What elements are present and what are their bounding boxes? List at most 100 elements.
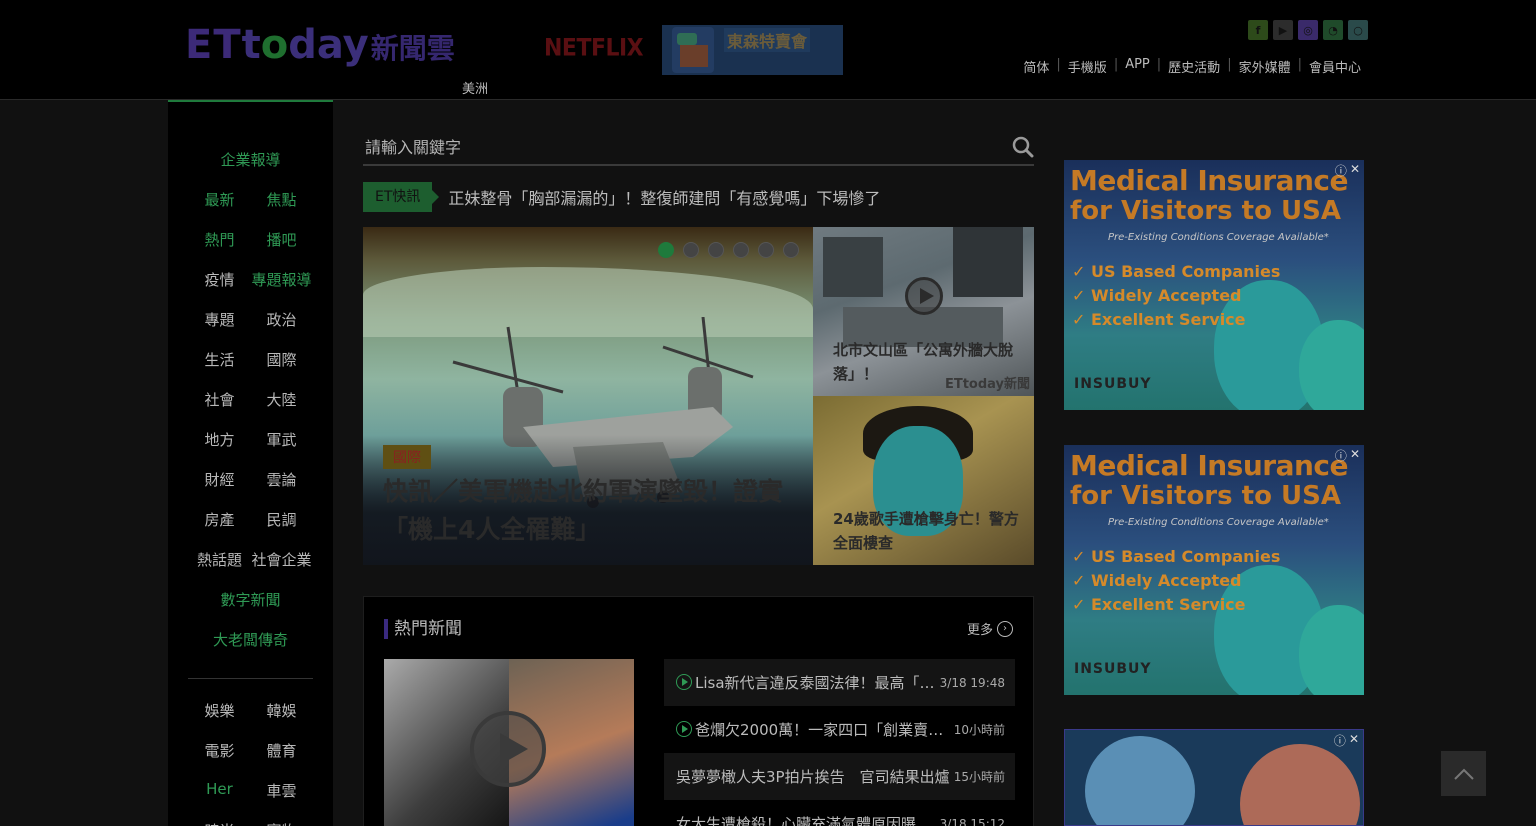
top-nav: 简体 | 手機版 | APP | 歷史活動 | 家外媒體 | 會員中心 [1016, 57, 1368, 76]
ad-info-icon[interactable]: ⓘ [1334, 732, 1346, 749]
sidebar-item-topics[interactable]: 專題 [189, 309, 251, 330]
ad-info-icon[interactable]: ⓘ [1335, 162, 1347, 179]
breaking-headline[interactable]: 正妹整骨「胸部漏漏的」！整復師建問「有感覺嗎」下場慘了 [448, 185, 880, 209]
search-input[interactable] [363, 130, 963, 164]
video-play-icon[interactable] [470, 711, 546, 787]
breaking-tag: ET快訊 [363, 182, 440, 212]
sidebar-item-movies[interactable]: 電影 [189, 740, 251, 761]
ad-bullets: ✓ US Based Companies ✓ Widely Accepted ✓… [1072, 262, 1281, 329]
list-item[interactable]: 爸爛欠2000萬！一家四口「創業賣炸雞」 10小時前 [664, 706, 1015, 753]
sidebar-item-property[interactable]: 房產 [189, 509, 251, 530]
more-link[interactable]: 更多 › [967, 619, 1013, 638]
insurance-ad-1[interactable]: Medical Insurance for Visitors to USA Pr… [1064, 160, 1364, 410]
sidebar-item-local[interactable]: 地方 [189, 429, 251, 450]
youtube-icon[interactable]: ▶ [1273, 20, 1293, 40]
sidebar-item-opinion[interactable]: 雲論 [251, 469, 313, 490]
hot-news-thumbnail[interactable] [384, 659, 634, 826]
carousel-dot-2[interactable] [683, 242, 699, 258]
chevron-right-icon: › [997, 620, 1013, 637]
hero-story[interactable]: 國際 快訊／美軍機赴北約軍演墜毀！證實「機上4人全罹難」 [363, 227, 813, 565]
insurance-ad-3[interactable]: ⓘ ✕ [1064, 729, 1364, 826]
carousel-dot-4[interactable] [733, 242, 749, 258]
ettoday-watermark: ETtoday新聞 [944, 377, 1030, 392]
nav-member-center[interactable]: 會員中心 [1302, 57, 1368, 76]
sidebar-item-focus[interactable]: 焦點 [251, 189, 313, 210]
nav-history-events[interactable]: 歷史活動 [1161, 57, 1227, 76]
sidebar-divider [188, 678, 313, 679]
sidebar-item-korean-ent[interactable]: 韓娛 [251, 700, 313, 721]
logo-cloud: 新聞雲 [370, 32, 455, 65]
chevron-up-icon [1453, 768, 1474, 780]
sidebar-item-hot[interactable]: 熱門 [189, 229, 251, 250]
sidebar-item-boss-legend[interactable]: 大老闆傳奇 [168, 629, 333, 650]
sidebar-item-sports[interactable]: 體育 [251, 740, 313, 761]
timestamp: 3/18 15:12 [939, 816, 1005, 826]
sidebar-item-military[interactable]: 軍武 [251, 429, 313, 450]
carousel-dot-1[interactable] [658, 242, 674, 258]
ad-subheadline: for Visitors to USA [1070, 196, 1341, 226]
timestamp: 15小時前 [953, 770, 1005, 784]
nav-simplified[interactable]: 简体 [1016, 57, 1056, 76]
ad-close-icon[interactable]: ✕ [1350, 162, 1360, 179]
list-item[interactable]: 吳夢夢橄人夫3P拍片挨告 官司結果出爐 15小時前 [664, 753, 1015, 800]
sidebar-item-trending[interactable]: 熱話題 [189, 549, 251, 570]
sidebar-item-digital-news[interactable]: 數字新聞 [168, 589, 333, 610]
side-story-2[interactable]: 24歲歌手遭槍擊身亡！警方全面樓查 [813, 396, 1034, 565]
ad-headline: Medical Insurance [1070, 164, 1349, 197]
instagram-icon[interactable]: ◎ [1298, 20, 1318, 40]
sidebar-item-polls[interactable]: 民調 [251, 509, 313, 530]
sidebar-item-cars[interactable]: 車雲 [251, 780, 313, 801]
site-header: ET today 新聞雲 美洲 NETFLIX 東森特賣會 f ▶ ◎ ◔ ○ … [0, 0, 1536, 100]
rss-icon[interactable]: ◔ [1323, 20, 1343, 40]
sidebar-item-international[interactable]: 國際 [251, 349, 313, 370]
sidebar-item-special-report[interactable]: 專題報導 [251, 269, 313, 290]
insurance-ad-2[interactable]: Medical Insurance for Visitors to USA Pr… [1064, 445, 1364, 695]
video-play-icon[interactable] [905, 277, 943, 315]
netflix-ad[interactable]: NETFLIX [544, 35, 644, 63]
sidebar-item-politics[interactable]: 政治 [251, 309, 313, 330]
ad-close-icon[interactable]: ✕ [1350, 447, 1360, 464]
sidebar-item-entertainment[interactable]: 娛樂 [189, 700, 251, 721]
ettoday-logo[interactable]: ET today 新聞雲 [185, 22, 455, 68]
hero-title[interactable]: 快訊／美軍機赴北約軍演墜毀！證實「機上4人全罹難」 [383, 473, 793, 549]
social-links: f ▶ ◎ ◔ ○ [1248, 20, 1368, 40]
side-story-1[interactable]: 北市文山區「公寓外牆大脫落」！ ETtoday新聞 [813, 227, 1034, 396]
carousel-dot-3[interactable] [708, 242, 724, 258]
logo-today: today [241, 22, 369, 68]
side-story-2-title[interactable]: 24歲歌手遭槍擊身亡！警方全面樓查 [833, 507, 1023, 555]
nav-app[interactable]: APP [1118, 57, 1157, 76]
nav-outdoor-media[interactable]: 家外媒體 [1232, 57, 1298, 76]
sidebar-item-finance[interactable]: 財經 [189, 469, 251, 490]
sidebar-item-society[interactable]: 社會 [189, 389, 251, 410]
ad-note: Pre-Existing Conditions Coverage Availab… [1108, 517, 1329, 528]
list-item[interactable]: 女大生遭槍殺！心臟充滿氣體原因曝 3/18 15:12 [664, 800, 1015, 826]
nav-mobile[interactable]: 手機版 [1061, 57, 1114, 76]
sidebar-item-latest[interactable]: 最新 [189, 189, 251, 210]
ad-info-icon[interactable]: ⓘ [1335, 447, 1347, 464]
sidebar-item-corporate[interactable]: 企業報導 [168, 149, 333, 170]
sidebar-item-social-enterprise[interactable]: 社會企業 [251, 549, 313, 570]
sidebar-item-life[interactable]: 生活 [189, 349, 251, 370]
sidebar-item-her[interactable]: Her [189, 780, 251, 801]
ad-close-icon[interactable]: ✕ [1349, 732, 1359, 749]
back-to-top-button[interactable] [1441, 751, 1486, 796]
search-icon[interactable] [1012, 136, 1034, 158]
sidebar-item-china[interactable]: 大陸 [251, 389, 313, 410]
sidebar-item-pandemic[interactable]: 疫情 [189, 269, 251, 290]
promo-banner[interactable]: 東森特賣會 [662, 25, 843, 75]
list-item[interactable]: Lisa新代言違反泰國法律！最高「罰30萬」 3/18 19:48 [664, 659, 1015, 706]
facebook-icon[interactable]: f [1248, 20, 1268, 40]
region-label[interactable]: 美洲 [462, 78, 488, 97]
ad-brand: INSUBUY [1074, 661, 1152, 677]
hero-category-badge[interactable]: 國際 [383, 445, 431, 469]
breaking-news: ET快訊 正妹整骨「胸部漏漏的」！整復師建問「有感覺嗎」下場慘了 [363, 182, 880, 212]
sidebar-item-fashion[interactable]: 時尚 [189, 820, 251, 826]
hot-news-heading: 熱門新聞 [384, 619, 462, 639]
sidebar-item-broadcast[interactable]: 播吧 [251, 229, 313, 250]
carousel-dot-6[interactable] [783, 242, 799, 258]
carousel-dot-5[interactable] [758, 242, 774, 258]
timestamp: 10小時前 [953, 723, 1005, 737]
sidebar-item-pets[interactable]: 寵物 [251, 820, 313, 826]
line-icon[interactable]: ○ [1348, 20, 1368, 40]
logo-et: ET [185, 22, 242, 68]
